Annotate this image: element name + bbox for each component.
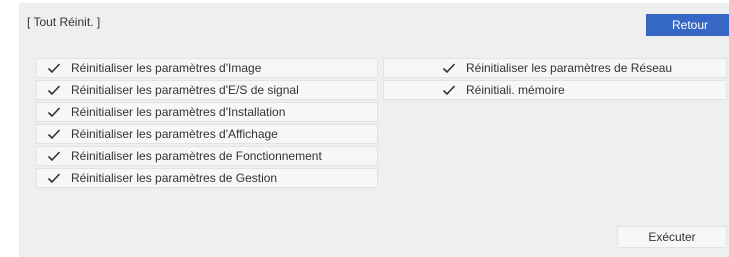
reset-installation-settings-option[interactable]: Réinitialiser les paramètres d'Installat… — [36, 102, 378, 122]
check-icon — [442, 62, 456, 74]
reset-operation-settings-option[interactable]: Réinitialiser les paramètres de Fonction… — [36, 146, 378, 166]
check-icon — [47, 62, 61, 74]
option-label: Réinitialiser les paramètres de Réseau — [466, 61, 673, 75]
check-icon — [47, 150, 61, 162]
check-icon — [47, 172, 61, 184]
execute-button[interactable]: Exécuter — [617, 226, 727, 248]
option-label: Réinitialiser les paramètres d'E/S de si… — [71, 83, 299, 97]
reset-management-settings-option[interactable]: Réinitialiser les paramètres de Gestion — [36, 168, 378, 188]
check-icon — [442, 84, 456, 96]
reset-options-right-column: Réinitialiser les paramètres de Réseau R… — [383, 58, 727, 102]
back-button[interactable]: Retour — [646, 14, 729, 36]
option-label: Réinitialiser les paramètres de Fonction… — [71, 149, 322, 163]
option-label: Réinitialiser les paramètres de Gestion — [71, 171, 278, 185]
reset-image-settings-option[interactable]: Réinitialiser les paramètres d'Image — [36, 58, 378, 78]
option-label: Réinitiali. mémoire — [466, 83, 565, 97]
option-label: Réinitialiser les paramètres d'Image — [71, 61, 262, 75]
option-label: Réinitialiser les paramètres d'Installat… — [71, 105, 286, 119]
reset-options-left-column: Réinitialiser les paramètres d'Image Réi… — [36, 58, 378, 190]
check-icon — [47, 106, 61, 118]
reset-signal-io-settings-option[interactable]: Réinitialiser les paramètres d'E/S de si… — [36, 80, 378, 100]
option-label: Réinitialiser les paramètres d'Affichage — [71, 127, 278, 141]
reset-memory-option[interactable]: Réinitiali. mémoire — [383, 80, 727, 100]
dialog-title: [ Tout Réinit. ] — [27, 15, 101, 29]
reset-network-settings-option[interactable]: Réinitialiser les paramètres de Réseau — [383, 58, 727, 78]
reset-display-settings-option[interactable]: Réinitialiser les paramètres d'Affichage — [36, 124, 378, 144]
reset-all-dialog: [ Tout Réinit. ] Retour Réinitialiser le… — [19, 3, 729, 257]
check-icon — [47, 84, 61, 96]
check-icon — [47, 128, 61, 140]
